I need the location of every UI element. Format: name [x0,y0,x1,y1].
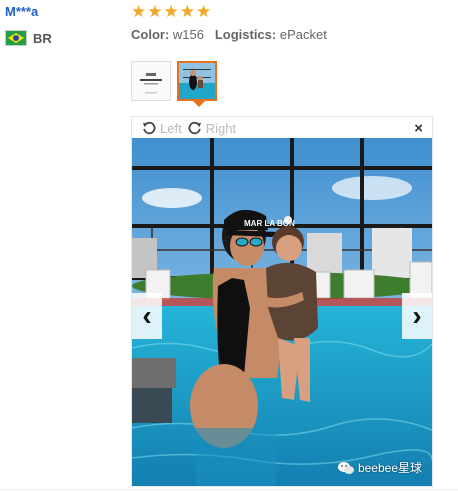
watermark: beebee星球 [337,459,422,476]
chevron-right-icon: › [412,300,422,331]
star-icon: ★ [179,2,195,21]
rating-stars: ★ ★ ★ ★ ★ [131,3,211,21]
country-code: BR [33,30,52,46]
rotate-right-button[interactable]: Right [188,121,236,136]
logistics-value: ePacket [279,27,327,42]
color-label: Color: [131,27,170,42]
logistics-label: Logistics: [214,27,277,42]
rotate-left-icon [142,121,156,135]
cap-print: MAR LA BON [244,219,295,228]
reviewer-name[interactable]: M***a [5,4,38,19]
next-image-button[interactable]: › [402,293,432,339]
rotate-left-label: Left [160,120,182,136]
rotate-right-icon [188,121,201,135]
wechat-icon [337,461,354,474]
rotate-left-button[interactable]: Left [142,121,182,136]
star-icon: ★ [131,2,147,21]
rotate-right-label: Right [205,120,237,136]
selected-thumbnail-caret [193,101,205,107]
previous-image-button[interactable]: ‹ [132,293,162,339]
star-icon: ★ [147,2,163,21]
brazil-flag-icon [5,30,27,46]
watermark-text: beebee星球 [357,461,422,475]
image-viewer: Left Right × MAR LA BON ‹ › beebee星球 [131,116,433,487]
thumbnail-2-selected[interactable] [177,61,217,101]
close-icon[interactable]: × [414,120,423,137]
review-photo: MAR LA BON ‹ › beebee星球 [132,138,432,486]
chevron-left-icon: ‹ [142,300,152,331]
thumbnail-1[interactable] [131,61,171,101]
star-icon: ★ [196,2,212,21]
color-value: w156 [172,27,204,42]
divider [0,489,458,490]
reviewer-country: BR [5,30,52,46]
order-attributes: Color: w156 Logistics: ePacket [131,27,327,42]
review-thumbnails [131,61,217,101]
star-icon: ★ [163,2,179,21]
viewer-toolbar: Left Right [142,119,236,137]
